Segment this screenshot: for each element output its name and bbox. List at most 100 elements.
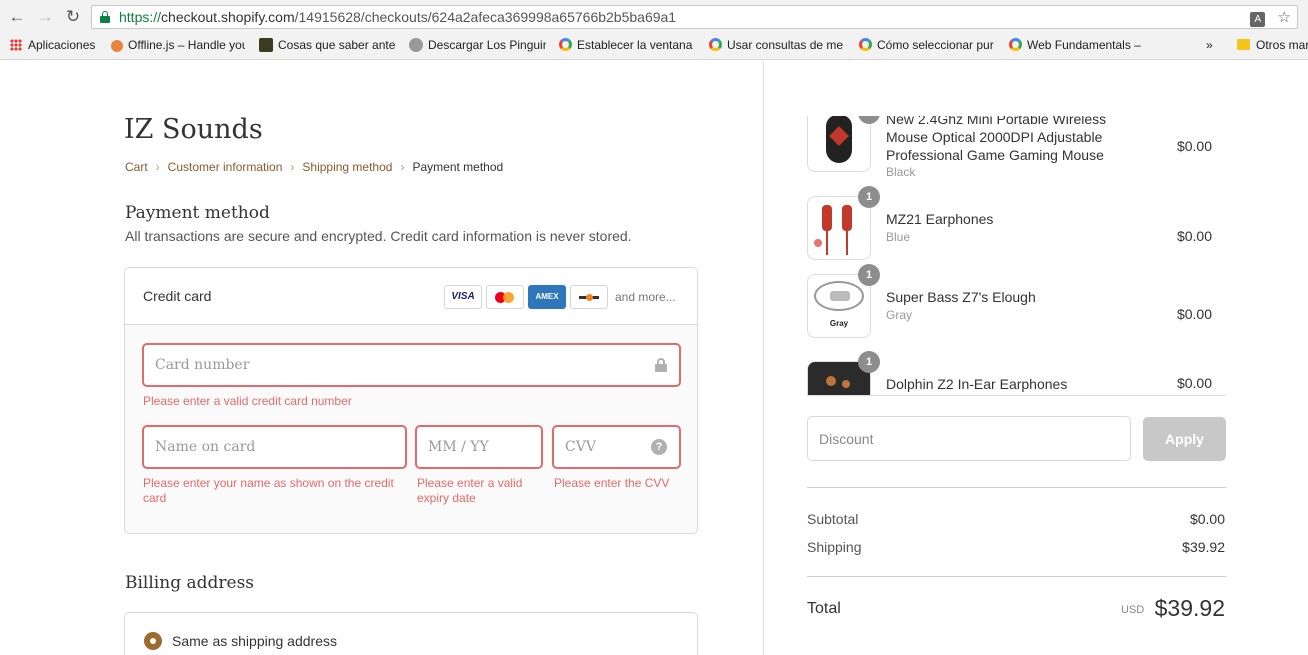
shipping-value: $39.92 <box>1182 539 1225 555</box>
back-arrow-icon[interactable]: ← <box>7 7 27 27</box>
shop-name[interactable]: IZ Sounds <box>124 114 263 145</box>
bookmark-offlinejs[interactable]: Offline.js – Handle you <box>111 38 245 56</box>
currency-code: USD <box>1121 604 1145 616</box>
product-list: 1 New 2.4Ghz Mini Portable Wireless Mous… <box>807 116 1226 396</box>
product-item: 1 MZ21 Earphones Blue $0.00 <box>807 186 1212 266</box>
product-variant: Gray <box>886 308 913 322</box>
bookmark-site-icon <box>259 38 273 52</box>
offlinejs-icon <box>111 40 123 52</box>
total-value: $39.92 <box>1154 595 1225 621</box>
breadcrumb-cart[interactable]: Cart <box>125 160 148 174</box>
breadcrumb-separator: › <box>400 160 405 174</box>
secure-lock-icon <box>100 11 110 23</box>
cvv-field[interactable]: ? <box>552 425 681 469</box>
apps-grid-icon <box>10 39 22 51</box>
expiry-error: Please enter a valid expiry date <box>417 476 523 505</box>
visa-logo-icon: VISA <box>444 285 482 309</box>
breadcrumb-customer-information[interactable]: Customer information <box>168 160 283 174</box>
discount-input[interactable] <box>808 417 1130 460</box>
name-on-card-input[interactable] <box>144 427 405 467</box>
payment-section-title: Payment method <box>125 203 270 223</box>
discount-field[interactable] <box>807 416 1131 461</box>
cvv-error: Please enter the CVV <box>554 476 670 490</box>
quantity-badge: 1 <box>858 264 880 286</box>
subtotal-label: Subtotal <box>807 511 859 527</box>
bookmarks-overflow-button[interactable]: » <box>1206 38 1220 56</box>
same-as-shipping-label[interactable]: Same as shipping address <box>172 633 337 649</box>
order-summary: 1 New 2.4Ghz Mini Portable Wireless Mous… <box>763 61 1308 655</box>
card-number-error: Please enter a valid credit card number <box>143 394 352 408</box>
bookmark-pinguinos[interactable]: Descargar Los Pinguin <box>409 38 546 56</box>
billing-options: Same as shipping address <box>124 612 698 655</box>
discover-logo-icon <box>570 285 608 309</box>
translate-icon[interactable]: A <box>1250 12 1266 27</box>
product-name: Dolphin Z2 In-Ear Earphones <box>886 376 1068 392</box>
product-variant: Blue <box>886 230 911 244</box>
breadcrumb-payment-method: Payment method <box>412 160 504 174</box>
bookmark-apps[interactable]: Aplicaciones <box>10 38 102 56</box>
bookmark-other-folder[interactable]: Otros mar <box>1237 38 1308 56</box>
quantity-badge: 1 <box>858 186 880 208</box>
bookmark-consultas[interactable]: Usar consultas de me <box>709 38 846 56</box>
expiry-input[interactable] <box>417 427 541 467</box>
name-on-card-field[interactable] <box>142 425 407 469</box>
browser-toolbar: ← → ↻ https://checkout.shopify.com/14915… <box>0 0 1308 34</box>
globe-icon <box>409 38 423 52</box>
breadcrumb-shipping-method[interactable]: Shipping method <box>302 160 392 174</box>
product-price: $0.00 <box>1176 228 1212 244</box>
divider <box>807 487 1226 488</box>
bookmark-ventana[interactable]: Establecer la ventana <box>559 38 693 56</box>
and-more-cards: and more... <box>615 290 676 304</box>
checkout-main: IZ Sounds Cart › Customer information › Ship… <box>0 61 763 655</box>
product-item: 1 Dolphin Z2 In-Ear Earphones $0.00 <box>807 351 1212 395</box>
google-dev-icon <box>1009 38 1022 51</box>
reload-icon[interactable]: ↻ <box>63 7 83 27</box>
folder-icon <box>1237 39 1250 50</box>
breadcrumb-separator: › <box>290 160 295 174</box>
product-price: $0.00 <box>1176 375 1212 391</box>
expiry-field[interactable] <box>415 425 543 469</box>
google-dev-icon <box>559 38 572 51</box>
thumbnail-caption: Gray <box>829 319 849 328</box>
breadcrumb: Cart › Customer information › Shipping metho… <box>125 160 503 174</box>
amex-logo-icon: AMEX <box>528 285 566 309</box>
breadcrumb-separator: › <box>155 160 160 174</box>
help-icon[interactable]: ? <box>651 439 667 455</box>
product-price: $0.00 <box>1176 306 1212 322</box>
total-label: Total <box>807 600 841 617</box>
name-on-card-error: Please enter your name as shown on the c… <box>143 476 394 505</box>
mastercard-logo-icon <box>486 285 524 309</box>
bookmark-seleccionar[interactable]: Cómo seleccionar pur <box>859 38 996 56</box>
lock-icon <box>655 358 667 372</box>
product-name: New 2.4Ghz Mini Portable Wireless Mouse … <box>886 116 1107 163</box>
quantity-badge: 1 <box>858 351 880 373</box>
url-text[interactable]: https://checkout.shopify.com/14915628/ch… <box>119 9 676 25</box>
product-name: MZ21 Earphones <box>886 211 994 227</box>
credit-card-label: Credit card <box>143 288 212 304</box>
product-item: Gray 1 Super Bass Z7's Elough Gray $0.00 <box>807 264 1212 344</box>
product-variant: Black <box>886 165 916 179</box>
bookmark-star-icon[interactable]: ☆ <box>1278 9 1291 26</box>
forward-arrow-icon[interactable]: → <box>35 7 55 27</box>
product-name: Super Bass Z7's Elough <box>886 289 1036 305</box>
credit-card-panel: Credit card VISA AMEX and more... Please… <box>124 267 698 534</box>
divider <box>807 576 1226 577</box>
product-item: 1 New 2.4Ghz Mini Portable Wireless Mous… <box>807 116 1212 179</box>
billing-section-title: Billing address <box>125 573 255 593</box>
same-as-shipping-radio[interactable] <box>144 632 162 650</box>
google-dev-icon <box>709 38 722 51</box>
bookmark-cosas[interactable]: Cosas que saber ante <box>259 38 396 56</box>
subtotal-value: $0.00 <box>1189 511 1225 527</box>
product-price: $0.00 <box>1176 138 1212 154</box>
card-number-field[interactable] <box>142 343 681 387</box>
card-number-input[interactable] <box>144 345 679 385</box>
bookmark-web-fundamentals[interactable]: Web Fundamentals – <box>1009 38 1145 56</box>
google-dev-icon <box>859 38 872 51</box>
shipping-label: Shipping <box>807 539 862 555</box>
product-thumbnail <box>807 116 871 172</box>
bookmarks-bar: Aplicaciones Offline.js – Handle you Cos… <box>0 34 1308 60</box>
apply-discount-button[interactable]: Apply <box>1143 417 1226 461</box>
payment-section-description: All transactions are secure and encrypte… <box>125 228 632 244</box>
credit-card-header[interactable]: Credit card VISA AMEX and more... <box>125 268 697 325</box>
address-bar[interactable]: https://checkout.shopify.com/14915628/ch… <box>91 5 1298 29</box>
